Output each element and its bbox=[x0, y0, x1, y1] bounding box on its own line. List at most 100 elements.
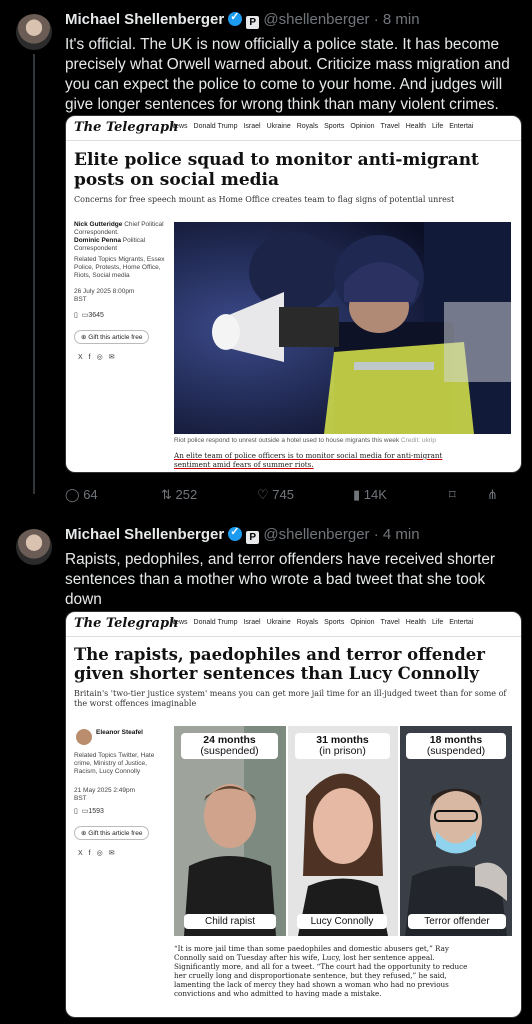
view-count: 14K bbox=[363, 487, 387, 502]
bookmark-button[interactable]: ⌑ bbox=[449, 487, 456, 503]
tweet-1: Michael ShellenbergerP @shellenberger · … bbox=[0, 0, 532, 515]
comments[interactable]: ▯ ▭1593 bbox=[74, 807, 104, 815]
nav-item: Sports bbox=[324, 619, 345, 626]
repost-button[interactable]: ⇅ 252 bbox=[161, 487, 197, 503]
nav-item: Royals bbox=[296, 123, 319, 130]
like-count: 745 bbox=[272, 487, 294, 502]
nav-item: Israel bbox=[243, 123, 261, 130]
headline: The rapists, paedophiles and terror offe… bbox=[74, 645, 485, 683]
bookmark-icon[interactable]: ▯ bbox=[74, 312, 78, 319]
nav-bar: News Donald Trump Israel Ukraine Royals Sport… bbox=[170, 619, 479, 626]
standfirst: Britain's 'two-tier justice system' mean… bbox=[74, 689, 507, 708]
sentence-label-2: 31 months (in prison) bbox=[295, 733, 390, 759]
sentence-note: (suspended) bbox=[200, 745, 259, 757]
gift-icon: ⊕ bbox=[81, 334, 87, 341]
offender-tag-1: Child rapist bbox=[184, 914, 276, 929]
telegraph-logo: The Telegraph bbox=[74, 616, 179, 631]
nav-item: Donald Trump bbox=[193, 619, 238, 626]
timestamp[interactable]: 4 min bbox=[383, 526, 420, 543]
timestamp[interactable]: 8 min bbox=[383, 11, 420, 28]
nav-item: Opinion bbox=[350, 619, 375, 626]
whatsapp-share-icon[interactable]: ◎ bbox=[97, 850, 109, 857]
views-button[interactable]: ▮ 14K bbox=[353, 487, 387, 503]
related-topics: Related Topics Twitter, Hate crime, Mini… bbox=[74, 752, 155, 775]
nav-item: Ukraine bbox=[266, 123, 291, 130]
bookmark-icon[interactable]: ▯ bbox=[74, 808, 78, 815]
heart-icon: ♡ bbox=[257, 487, 269, 502]
gift-icon: ⊕ bbox=[81, 830, 87, 837]
nav-item: Life bbox=[431, 619, 444, 626]
facebook-share-icon[interactable]: f bbox=[89, 354, 97, 361]
author-name[interactable]: Michael Shellenberger bbox=[65, 526, 224, 543]
masthead: The Telegraph News Donald Trump Israel Ukra… bbox=[66, 612, 521, 637]
byline: Eleanor Steafel bbox=[96, 729, 176, 737]
related-topics: Related Topics Migrants, Essex Police, P… bbox=[74, 256, 165, 279]
nav-item: Health bbox=[405, 123, 426, 130]
share-button[interactable]: ⋔ bbox=[487, 487, 498, 503]
share-icons: Xf◎✉ bbox=[78, 353, 121, 361]
nav-item: Donald Trump bbox=[193, 123, 238, 130]
nav-item: Opinion bbox=[350, 123, 375, 130]
gift-article-button[interactable]: ⊕ Gift this article free bbox=[74, 330, 150, 344]
author-handle[interactable]: @shellenberger bbox=[263, 11, 369, 28]
thread-line bbox=[33, 54, 35, 494]
masthead: The Telegraph News Donald Trump Israel Ukra… bbox=[66, 116, 521, 141]
views-icon: ▮ bbox=[353, 487, 361, 502]
author-2[interactable]: Dominic Penna bbox=[74, 237, 121, 244]
riot-police-photo bbox=[174, 222, 511, 434]
repost-icon: ⇅ bbox=[161, 487, 172, 502]
author-1[interactable]: Nick Gutteridge bbox=[74, 221, 122, 228]
gift-article-button[interactable]: ⊕ Gift this article free bbox=[74, 826, 150, 840]
sentence-note: (in prison) bbox=[319, 745, 366, 757]
avatar[interactable] bbox=[16, 14, 52, 50]
nav-item: Travel bbox=[380, 619, 400, 626]
nav-item: Entertai bbox=[449, 123, 474, 130]
lede-text[interactable]: An elite team of police officers is to m… bbox=[174, 451, 442, 469]
repost-count: 252 bbox=[175, 487, 198, 502]
whatsapp-share-icon[interactable]: ◎ bbox=[97, 354, 109, 361]
like-button[interactable]: ♡ 745 bbox=[257, 487, 294, 503]
nav-item: Entertai bbox=[449, 619, 474, 626]
article-lede: An elite team of police officers is to m… bbox=[174, 451, 464, 469]
verified-badge-icon bbox=[228, 525, 243, 541]
article-body: “It is more jail time than some paedophi… bbox=[174, 944, 468, 998]
headline: Elite police squad to monitor anti-migra… bbox=[74, 150, 479, 190]
nav-item: Health bbox=[405, 619, 426, 626]
author-avatar bbox=[76, 729, 92, 745]
telegraph-logo: The Telegraph bbox=[74, 120, 179, 135]
sentence-label-1: 24 months (suspended) bbox=[181, 733, 278, 759]
reply-count: 64 bbox=[83, 487, 98, 502]
caption-text: Riot police respond to unrest outside a … bbox=[174, 437, 400, 444]
x-share-icon[interactable]: X bbox=[78, 354, 89, 361]
nav-item: Sports bbox=[324, 123, 345, 130]
reply-button[interactable]: ◯ 64 bbox=[65, 487, 98, 503]
caption-credit: Credit: ukrip bbox=[400, 437, 436, 444]
comment-count: 1593 bbox=[88, 808, 104, 815]
share-icons: Xf◎✉ bbox=[78, 849, 121, 857]
byline: Nick Gutteridge Chief Political Correspo… bbox=[74, 221, 166, 253]
offender-tag-2: Lucy Connolly bbox=[297, 914, 387, 929]
tweet-text: It's official. The UK is now officially … bbox=[65, 36, 510, 113]
nav-item: Ukraine bbox=[266, 619, 291, 626]
article-card[interactable]: The Telegraph News Donald Trump Israel Ukra… bbox=[65, 611, 522, 1018]
avatar[interactable] bbox=[16, 529, 52, 565]
affiliate-badge-icon: P bbox=[246, 531, 260, 544]
email-share-icon[interactable]: ✉ bbox=[109, 850, 121, 857]
article-card[interactable]: The Telegraph News Donald Trump Israel Ukra… bbox=[65, 115, 522, 473]
email-share-icon[interactable]: ✉ bbox=[109, 354, 121, 361]
photo-caption: Riot police respond to unrest outside a … bbox=[174, 437, 436, 444]
comments[interactable]: ▯ ▭3645 bbox=[74, 311, 104, 319]
nav-item: Travel bbox=[380, 123, 400, 130]
author-name[interactable]: Michael Shellenberger bbox=[65, 11, 224, 28]
gift-label: Gift this article free bbox=[88, 830, 143, 837]
reply-icon: ◯ bbox=[65, 487, 80, 502]
author[interactable]: Eleanor Steafel bbox=[96, 729, 143, 736]
facebook-share-icon[interactable]: f bbox=[89, 850, 97, 857]
x-share-icon[interactable]: X bbox=[78, 850, 89, 857]
author-handle[interactable]: @shellenberger bbox=[263, 526, 369, 543]
sentence-note: (suspended) bbox=[426, 745, 486, 757]
offender-tag-3: Terror offender bbox=[408, 914, 506, 929]
standfirst: Concerns for free speech mount as Home O… bbox=[74, 195, 455, 204]
separator-dot: · bbox=[373, 526, 379, 543]
affiliate-badge-icon: P bbox=[246, 16, 260, 29]
